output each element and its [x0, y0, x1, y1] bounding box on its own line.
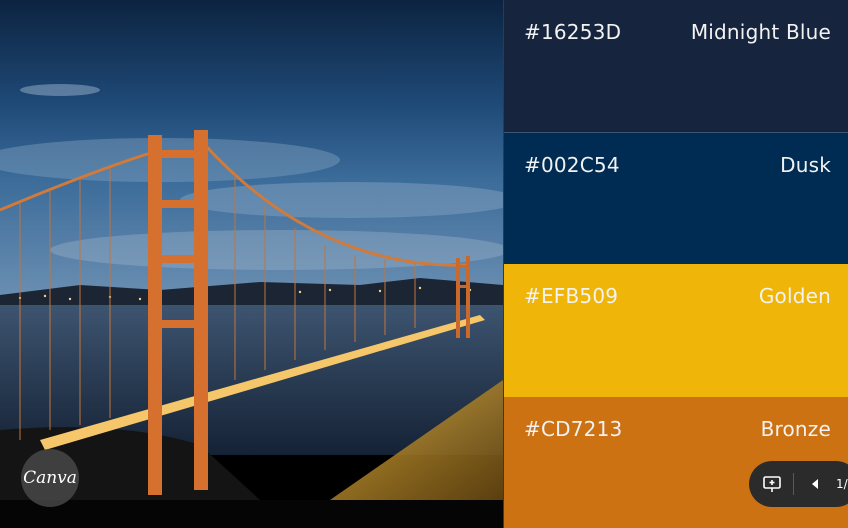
swatch-midnight-blue[interactable]: #16253D Midnight Blue [504, 0, 848, 132]
presentation-controls: 1/1 [749, 461, 848, 507]
swatch-name: Golden [758, 284, 831, 308]
bridge-photo [0, 0, 503, 500]
page-indicator: 1/1 [836, 477, 848, 491]
chevron-left-icon [812, 479, 818, 489]
swatch-hex: #16253D [524, 20, 622, 44]
present-button[interactable] [761, 473, 783, 495]
swatch-name: Midnight Blue [690, 20, 831, 44]
swatch-golden[interactable]: #EFB509 Golden [504, 264, 848, 397]
previous-page-button[interactable] [804, 473, 826, 495]
canva-logo[interactable]: Canva [21, 449, 79, 507]
canva-logo-text: Canva [23, 468, 77, 488]
photo-bottom-strip [0, 500, 503, 528]
swatch-name: Bronze [760, 417, 831, 441]
swatch-hex: #CD7213 [524, 417, 623, 441]
swatch-dusk[interactable]: #002C54 Dusk [504, 132, 848, 264]
bridge-photo-illustration [0, 0, 503, 500]
swatch-name: Dusk [780, 153, 831, 177]
presentation-icon [763, 476, 781, 492]
color-palette: #16253D Midnight Blue #002C54 Dusk #EFB5… [503, 0, 848, 528]
swatch-hex: #EFB509 [524, 284, 619, 308]
swatch-hex: #002C54 [524, 153, 620, 177]
controls-divider [793, 473, 794, 495]
